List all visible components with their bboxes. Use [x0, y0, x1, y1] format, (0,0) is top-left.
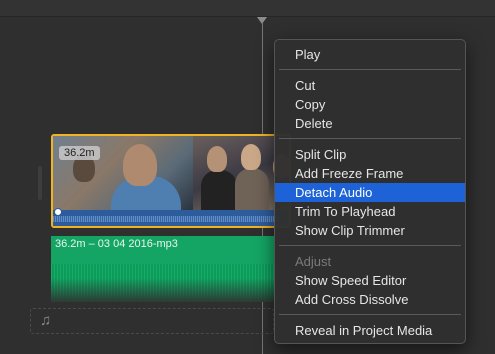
- clip-audio-waveform: [53, 216, 289, 222]
- detached-audio-clip[interactable]: 36.2m – 03 04 2016-mp3: [51, 236, 275, 302]
- menu-separator: [279, 69, 461, 70]
- menu-item-detach-audio[interactable]: Detach Audio: [275, 183, 465, 202]
- menu-item-split-clip[interactable]: Split Clip: [275, 145, 465, 164]
- menu-item-delete[interactable]: Delete: [275, 114, 465, 133]
- video-clip[interactable]: 36.2m: [51, 134, 291, 228]
- clip-duration-badge: 36.2m: [59, 146, 100, 160]
- menu-separator: [279, 314, 461, 315]
- timeline-ruler[interactable]: [0, 0, 495, 17]
- menu-item-show-speed-editor[interactable]: Show Speed Editor: [275, 271, 465, 290]
- menu-separator: [279, 245, 461, 246]
- music-well[interactable]: ♫: [30, 308, 274, 334]
- menu-item-cut[interactable]: Cut: [275, 76, 465, 95]
- audio-clip-label: 36.2m – 03 04 2016-mp3: [55, 238, 178, 250]
- context-menu: Play Cut Copy Delete Split Clip Add Free…: [274, 39, 466, 344]
- menu-separator: [279, 138, 461, 139]
- music-note-icon: ♫: [40, 312, 52, 329]
- menu-item-adjust: Adjust: [295, 254, 332, 269]
- menu-item-reveal-in-project-media[interactable]: Reveal in Project Media: [275, 321, 465, 340]
- menu-item-add-freeze-frame[interactable]: Add Freeze Frame: [275, 164, 465, 183]
- menu-item-show-clip-trimmer[interactable]: Show Clip Trimmer: [275, 221, 465, 240]
- track-handle[interactable]: [38, 166, 42, 200]
- menu-item-trim-to-playhead[interactable]: Trim To Playhead: [275, 202, 465, 221]
- menu-item-play[interactable]: Play: [275, 45, 465, 64]
- menu-item-copy[interactable]: Copy: [275, 95, 465, 114]
- volume-keyframe-handle[interactable]: [54, 208, 62, 216]
- menu-item-add-cross-dissolve[interactable]: Add Cross Dissolve: [275, 290, 465, 309]
